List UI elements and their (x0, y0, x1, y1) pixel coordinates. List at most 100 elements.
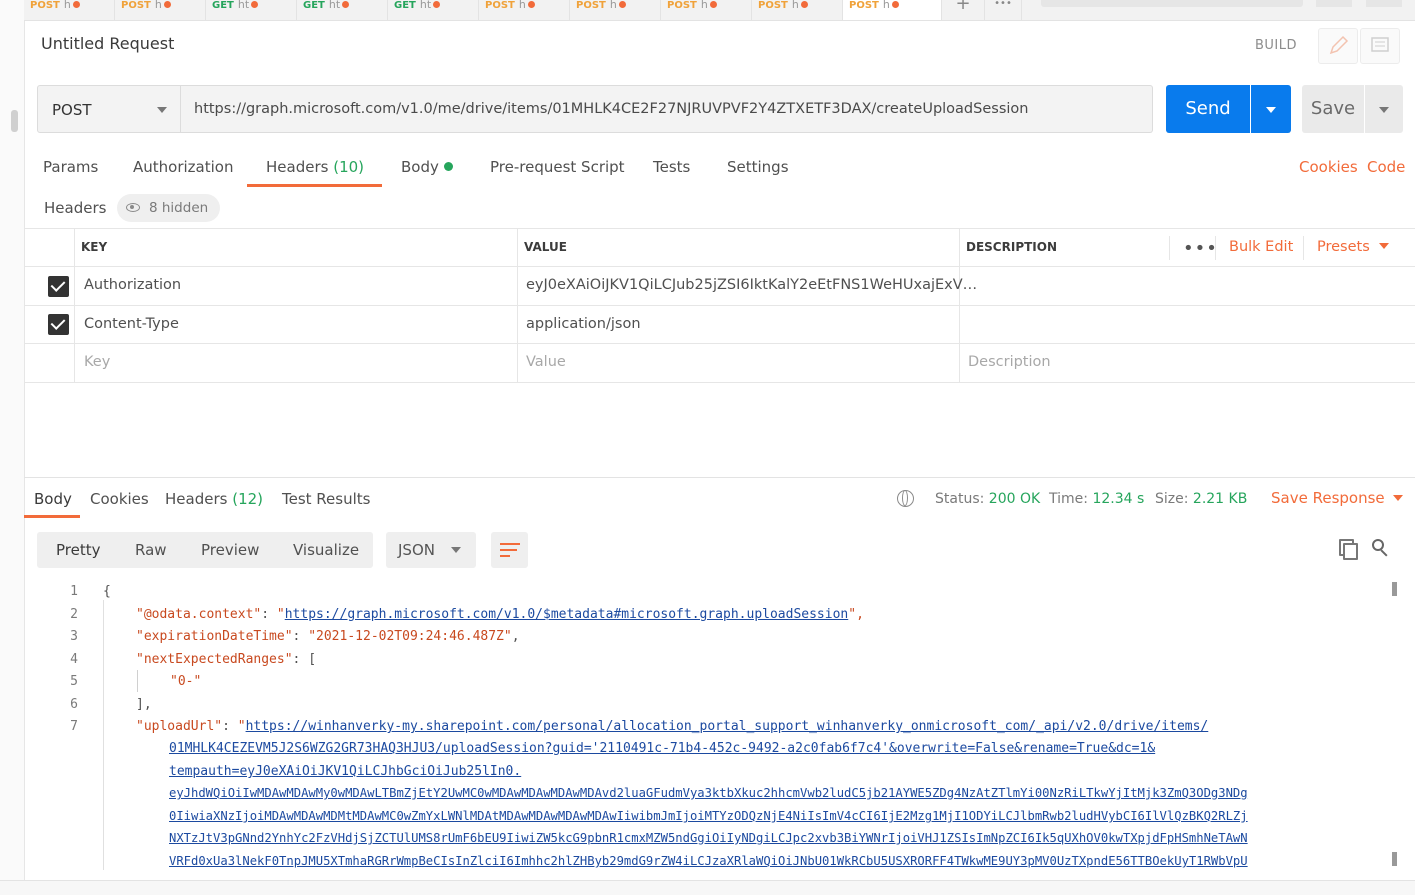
response-tab-headers[interactable]: Headers (12) (165, 490, 263, 508)
active-tab-indicator (24, 515, 80, 518)
request-title[interactable]: Untitled Request (41, 34, 174, 53)
new-header-value-input[interactable]: Value (526, 354, 566, 370)
header-enabled-checkbox[interactable] (48, 276, 69, 297)
tab-body[interactable]: Body (401, 158, 453, 176)
view-raw-button[interactable]: Raw (135, 541, 167, 559)
upload-url-link[interactable]: NXTzJtV3pGNnd2YnhYc2FzVHdjSjZCTUlUMS8rUm… (169, 831, 1248, 845)
unsaved-dot-icon (527, 1, 535, 8)
code-line: ], (136, 697, 152, 712)
table-border (24, 343, 1415, 344)
request-tab[interactable]: GET ht (206, 0, 297, 20)
cookies-link[interactable]: Cookies (1299, 158, 1358, 176)
response-size[interactable]: Size: 2.21 KB (1155, 491, 1247, 507)
save-options-button[interactable] (1365, 85, 1403, 133)
documentation-icon[interactable] (1360, 28, 1400, 64)
chevron-down-icon (1266, 107, 1276, 113)
environment-quick-look-button[interactable] (1316, 0, 1352, 7)
json-url-link[interactable]: https://graph.microsoft.com/v1.0/$metada… (285, 607, 849, 622)
request-tab[interactable]: POST h (570, 0, 661, 20)
table-border (24, 266, 1415, 267)
globe-icon[interactable] (897, 490, 914, 507)
header-value[interactable]: application/json (526, 316, 641, 332)
json-colon: : (261, 607, 277, 622)
response-status: Status: 200 OK (935, 491, 1040, 507)
view-visualize-button[interactable]: Visualize (293, 541, 359, 559)
editor-scrollbar[interactable] (1392, 852, 1397, 866)
tab-headers[interactable]: Headers (10) (266, 158, 364, 176)
hidden-headers-toggle[interactable]: 8 hidden (117, 194, 220, 222)
request-tab[interactable]: POST h (661, 0, 752, 20)
request-tab-active[interactable]: POST h (843, 0, 942, 20)
response-body-editor[interactable]: 1 2 3 4 5 6 7 { "@odata.context": "https… (24, 580, 1415, 870)
tab-tests[interactable]: Tests (653, 158, 690, 176)
view-preview-button[interactable]: Preview (201, 541, 259, 559)
environment-select[interactable] (1041, 0, 1303, 7)
json-key: "uploadUrl" (136, 719, 223, 734)
edit-icon[interactable] (1318, 28, 1358, 64)
code-link[interactable]: Code (1367, 158, 1405, 176)
json-key: "@odata.context" (136, 607, 262, 622)
request-tab-bar: POST h POST h GET ht GET ht GET ht POST h POST… (24, 0, 1415, 21)
unsaved-dot-icon (891, 1, 899, 8)
response-headers-label: Headers (165, 490, 228, 508)
upload-url-link[interactable]: tempauth=eyJ0eXAiOiJKV1QiLCJhbGciOiJub25… (169, 764, 521, 779)
tab-title: ht (237, 0, 250, 11)
table-border (24, 305, 1415, 306)
request-tab[interactable]: POST h (115, 0, 206, 20)
tab-settings[interactable]: Settings (727, 158, 789, 176)
view-pretty-button[interactable]: Pretty (56, 541, 101, 559)
response-tab-cookies[interactable]: Cookies (90, 490, 149, 508)
code-line: { (103, 584, 111, 599)
presets-label: Presets (1317, 239, 1370, 255)
sidebar-scrollbar[interactable] (11, 110, 18, 132)
response-divider[interactable] (24, 477, 1415, 478)
upload-url-link[interactable]: 0IiwiaXNzIjoiMDAwMDAwMDMtMDAwMC0wZmYxLWN… (169, 809, 1248, 823)
column-header-key: KEY (81, 240, 108, 254)
header-value[interactable]: eyJ0eXAiOiJKV1QiLCJub25jZSI6IktKalY2eEtF… (526, 277, 977, 293)
unsaved-dot-icon (618, 1, 626, 8)
request-tab[interactable]: POST h (24, 0, 115, 20)
header-key[interactable]: Content-Type (84, 316, 179, 332)
request-tab[interactable]: POST h (752, 0, 843, 20)
new-header-key-input[interactable]: Key (84, 354, 110, 370)
format-select[interactable]: JSON (386, 532, 476, 568)
copy-icon[interactable] (1339, 539, 1358, 560)
tab-prerequest-script[interactable]: Pre-request Script (490, 158, 625, 176)
more-options-icon[interactable]: ••• (1183, 238, 1218, 259)
tab-method: POST (121, 0, 151, 11)
header-key[interactable]: Authorization (84, 277, 181, 293)
save-response-dropdown[interactable]: Save Response (1271, 489, 1403, 507)
upload-url-link[interactable]: VRFd0xUa3lNekF0TnpJMU5XTmhaRGRrWmpBeCIsI… (169, 854, 1248, 868)
editor-scrollbar[interactable] (1392, 582, 1397, 596)
manage-environments-button[interactable] (1366, 0, 1402, 7)
method-select[interactable]: POST (37, 85, 181, 133)
response-tab-body[interactable]: Body (34, 490, 72, 508)
upload-url-link[interactable]: eyJhdWQiOiIwMDAwMDAwMy0wMDAwLTBmZjEtY2Uw… (169, 786, 1248, 800)
search-icon[interactable] (1372, 539, 1390, 557)
upload-url-link[interactable]: https://winhanverky-my.sharepoint.com/pe… (246, 719, 1209, 734)
bulk-edit-link[interactable]: Bulk Edit (1229, 239, 1293, 255)
header-enabled-checkbox[interactable] (48, 314, 69, 335)
tab-method: POST (485, 0, 515, 11)
headers-count: (10) (333, 158, 365, 176)
eye-icon (126, 203, 140, 212)
tab-authorization[interactable]: Authorization (133, 158, 233, 176)
unsaved-dot-icon (72, 1, 80, 8)
send-button[interactable]: Send (1166, 85, 1250, 133)
build-mode-label[interactable]: BUILD (1255, 38, 1297, 53)
request-tab[interactable]: GET ht (297, 0, 388, 20)
send-options-button[interactable] (1251, 85, 1291, 133)
save-button[interactable]: Save (1302, 85, 1364, 133)
wrap-lines-button[interactable] (491, 532, 528, 568)
upload-url-link[interactable]: 01MHLK4CEZEVM5J2S6WZG2GR73HAQ3HJU3/uploa… (169, 741, 1155, 756)
new-header-description-input[interactable]: Description (968, 354, 1051, 370)
request-tab[interactable]: POST h (479, 0, 570, 20)
response-tab-test-results[interactable]: Test Results (282, 490, 370, 508)
request-tab[interactable]: GET ht (388, 0, 479, 20)
tab-overflow-button[interactable]: ••• (985, 0, 1022, 20)
new-tab-button[interactable]: + (942, 0, 985, 20)
response-time[interactable]: Time: 12.34 s (1049, 491, 1144, 507)
url-input[interactable]: https://graph.microsoft.com/v1.0/me/driv… (181, 85, 1153, 133)
tab-params[interactable]: Params (43, 158, 98, 176)
presets-dropdown[interactable]: Presets (1317, 239, 1389, 255)
